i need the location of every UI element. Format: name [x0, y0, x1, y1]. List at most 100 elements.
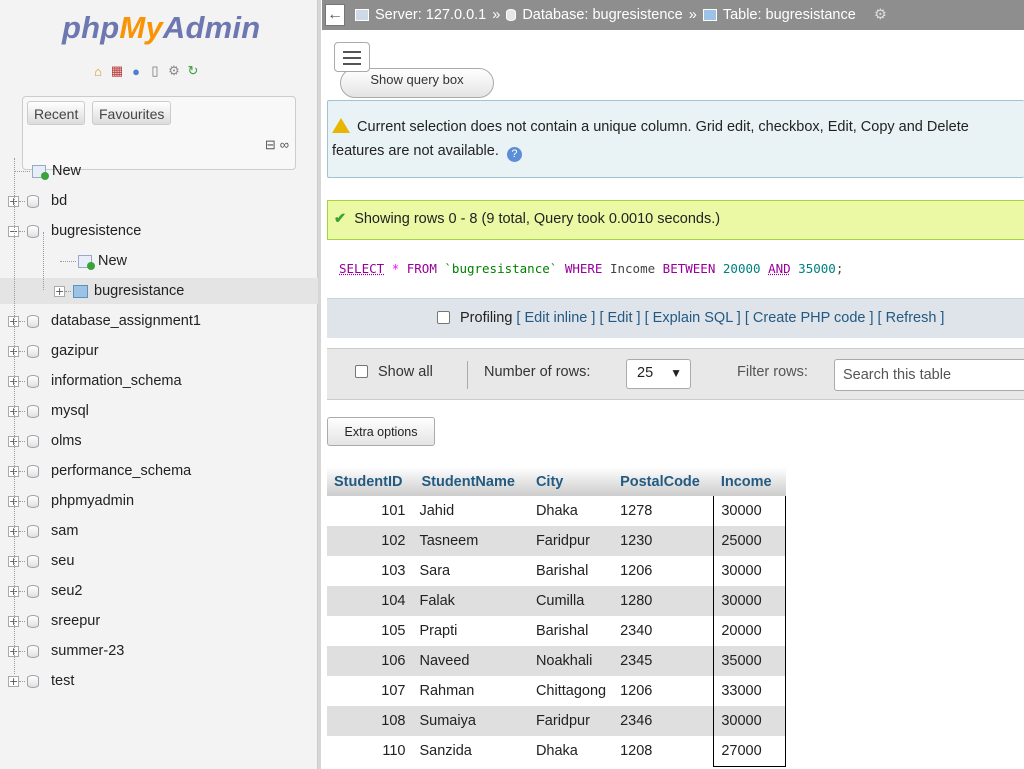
- column-header-city[interactable]: City: [528, 467, 614, 496]
- tree-item-label[interactable]: bugresistence: [51, 223, 141, 239]
- refresh-link[interactable]: Refresh: [886, 310, 937, 326]
- hamburger-menu-button[interactable]: [334, 42, 370, 72]
- tree-item-label[interactable]: gazipur: [51, 343, 99, 359]
- tree-item-database[interactable]: + bd: [0, 188, 318, 214]
- nav-resize-handle[interactable]: [318, 0, 321, 769]
- tree-item-database[interactable]: + sam: [0, 518, 318, 544]
- table-row: 108 Sumaiya Faridpur 2346 30000: [327, 706, 787, 736]
- docs-icon[interactable]: ▯: [147, 63, 163, 79]
- tree-item-label[interactable]: phpmyadmin: [51, 493, 134, 509]
- column-header-income[interactable]: Income: [713, 467, 786, 496]
- tree-item-label[interactable]: test: [51, 673, 74, 689]
- collapse-all-icon[interactable]: ⊟: [265, 137, 276, 153]
- tree-item-database[interactable]: + seu2: [0, 578, 318, 604]
- create-php-code-link[interactable]: Create PHP code: [753, 310, 866, 326]
- help-icon[interactable]: ●: [128, 63, 144, 79]
- sql-keyword: FROM: [406, 261, 437, 276]
- tree-controls: ⊟ ∞: [265, 137, 289, 153]
- tree-item-new[interactable]: New: [0, 248, 318, 274]
- tree-item-label[interactable]: information_schema: [51, 373, 182, 389]
- column-header-studentname[interactable]: StudentName: [412, 467, 529, 496]
- tab-recent[interactable]: Recent: [27, 101, 86, 125]
- tree-item-label[interactable]: seu2: [51, 583, 82, 599]
- database-icon: [27, 224, 39, 238]
- extra-options-button[interactable]: Extra options: [327, 417, 435, 446]
- tree-item-database[interactable]: + gazipur: [0, 338, 318, 364]
- tree-item-label[interactable]: New: [52, 163, 81, 179]
- tree-connector: [19, 410, 25, 412]
- collapse-nav-arrow-icon[interactable]: ←: [325, 4, 345, 26]
- link-with-main-icon[interactable]: ∞: [280, 137, 289, 153]
- show-all-checkbox[interactable]: [355, 365, 368, 378]
- tab-favourites[interactable]: Favourites: [92, 101, 172, 125]
- cell-postalcode: 1280: [613, 586, 714, 616]
- documentation-help-icon[interactable]: ?: [506, 147, 522, 162]
- tree-item-database[interactable]: + seu: [0, 548, 318, 574]
- tree-item-label[interactable]: olms: [51, 433, 82, 449]
- logout-icon[interactable]: ▦: [109, 63, 125, 79]
- tree-item-label[interactable]: bd: [51, 193, 67, 209]
- expand-icon[interactable]: +: [54, 285, 65, 297]
- profiling-checkbox[interactable]: [437, 311, 450, 324]
- tree-item-label[interactable]: sam: [51, 523, 78, 539]
- number-of-rows-select[interactable]: 25 ▼: [626, 359, 691, 389]
- tree-item-database[interactable]: + information_schema: [0, 368, 318, 394]
- tree-item-database[interactable]: + database_assignment1: [0, 308, 318, 334]
- tree-item-label[interactable]: sreepur: [51, 613, 100, 629]
- reload-icon[interactable]: ↻: [185, 63, 201, 79]
- number-of-rows-label: Number of rows:: [484, 364, 591, 380]
- tree-item-database[interactable]: + olms: [0, 428, 318, 454]
- tree-connector: [19, 320, 25, 322]
- sql-operator: *: [391, 261, 400, 276]
- home-icon[interactable]: ⌂: [90, 63, 106, 79]
- sql-keyword[interactable]: SELECT: [339, 261, 384, 276]
- database-icon: [27, 674, 39, 688]
- tree-item-label[interactable]: New: [98, 253, 127, 269]
- tree-connector: [14, 170, 30, 172]
- breadcrumb-server[interactable]: Server: 127.0.0.1: [375, 7, 486, 23]
- tree-item-database[interactable]: + summer-23: [0, 638, 318, 664]
- settings-gear-icon[interactable]: ⚙: [166, 63, 182, 79]
- cell-studentname: Sara: [412, 556, 529, 586]
- cell-income: 30000: [713, 706, 787, 736]
- edit-link[interactable]: Edit: [608, 310, 633, 326]
- edit-inline-link[interactable]: Edit inline: [524, 310, 587, 326]
- phpmyadmin-logo[interactable]: phpMyAdmin: [62, 10, 260, 46]
- filter-rows-search-input[interactable]: [834, 359, 1024, 391]
- breadcrumb-table[interactable]: Table: bugresistance: [723, 7, 856, 23]
- column-header-postalcode[interactable]: PostalCode: [613, 467, 714, 496]
- database-icon: [27, 434, 39, 448]
- tree-item-database[interactable]: + phpmyadmin: [0, 488, 318, 514]
- show-all-label[interactable]: Show all: [378, 364, 433, 380]
- column-header-studentid[interactable]: StudentID: [327, 467, 413, 496]
- tree-item-table[interactable]: + bugresistance: [0, 278, 318, 304]
- expand-icon[interactable]: +: [8, 675, 19, 687]
- cell-studentid: 102: [327, 526, 413, 556]
- show-query-box-button[interactable]: Show query box: [340, 68, 494, 98]
- settings-gear-icon[interactable]: ⚙: [874, 7, 887, 23]
- tree-item-label[interactable]: database_assignment1: [51, 313, 201, 329]
- tree-item-database[interactable]: + mysql: [0, 398, 318, 424]
- sql-keyword[interactable]: AND: [768, 261, 791, 276]
- explain-sql-link[interactable]: Explain SQL: [653, 310, 733, 326]
- cell-studentid: 103: [327, 556, 413, 586]
- profiling-label[interactable]: Profiling: [460, 310, 512, 326]
- breadcrumb-database[interactable]: Database: bugresistence: [522, 7, 682, 23]
- tree-item-database[interactable]: + sreepur: [0, 608, 318, 634]
- tree-item-label[interactable]: bugresistance: [94, 283, 184, 299]
- cell-city: Faridpur: [528, 526, 614, 556]
- cell-postalcode: 1230: [613, 526, 714, 556]
- tree-item-label[interactable]: mysql: [51, 403, 89, 419]
- main-content: Show query box Current selection does no…: [322, 30, 1024, 769]
- sql-keyword: BETWEEN: [662, 261, 716, 276]
- tree-item-database[interactable]: + performance_schema: [0, 458, 318, 484]
- tree-item-label[interactable]: performance_schema: [51, 463, 191, 479]
- show-all-control[interactable]: Show all: [355, 364, 433, 380]
- tree-item-new[interactable]: New: [0, 158, 318, 184]
- breadcrumb: Server: 127.0.0.1 » Database: bugresiste…: [355, 7, 887, 23]
- tree-item-database[interactable]: − bugresistence: [0, 218, 318, 244]
- tree-item-label[interactable]: summer-23: [51, 643, 124, 659]
- database-icon: [27, 404, 39, 418]
- tree-item-label[interactable]: seu: [51, 553, 74, 569]
- tree-item-database[interactable]: + test: [0, 668, 318, 694]
